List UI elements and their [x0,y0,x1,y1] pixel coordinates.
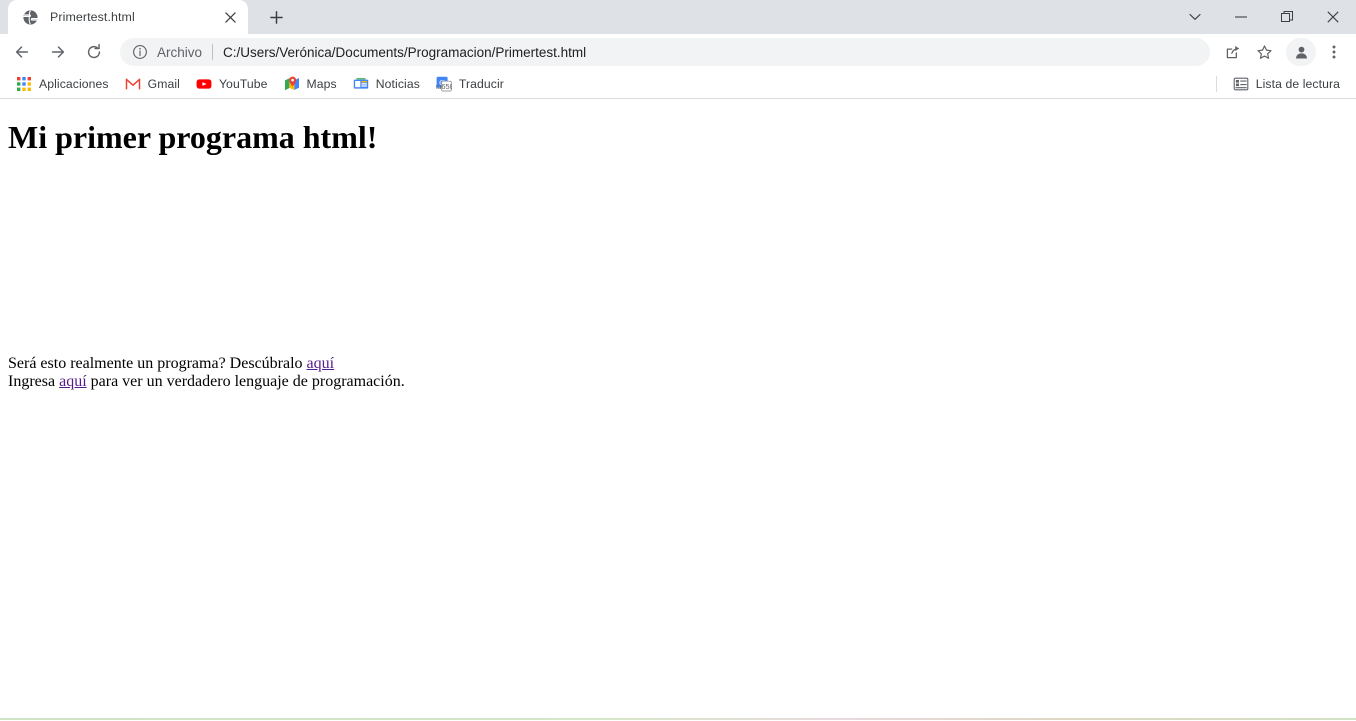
arrow-left-icon [15,46,29,58]
gmail-icon [125,78,140,90]
bookmark-label: Gmail [147,77,180,91]
bookmark-item-gmail[interactable]: Gmail [117,72,188,96]
profile-avatar-icon [1295,46,1307,58]
bookmark-label: YouTube [218,77,268,91]
paragraph-2-text-after: para ver un verdadero lenguaje de progra… [86,373,405,391]
bookmark-star-icon [1256,44,1272,59]
bookmark-label: Maps [306,77,337,91]
share-icon [1226,45,1239,58]
globe-icon [23,9,39,25]
three-dot-menu-icon [1332,45,1336,59]
close-icon [1327,11,1339,23]
bookmark-button[interactable] [1250,38,1278,66]
apps-grid-icon [17,77,31,91]
paragraph-1-text-before: Será esto realmente un programa? Descúbr… [8,355,307,373]
tab-search-button[interactable] [1172,1,1218,34]
reading-list-label: Lista de lectura [1255,77,1340,91]
maximize-restore-button[interactable] [1264,1,1310,34]
url-text: C:/Users/Verónica/Documents/Programacion… [223,44,587,60]
address-bar[interactable]: Archivo C:/Users/Verónica/Documents/Prog… [120,38,1210,66]
bookmark-item-noticias[interactable]: Noticias [345,72,428,96]
svg-text:\u6587: \u6587 [436,82,452,91]
youtube-icon [196,79,212,89]
browser-toolbar: Archivo C:/Users/Verónica/Documents/Prog… [0,34,1356,70]
new-tab-button[interactable] [262,3,290,31]
bookmarks-divider [1215,76,1217,92]
paragraph-block: Será esto realmente un programa? Descúbr… [8,355,1348,391]
reload-icon [87,43,101,59]
profile-button[interactable] [1286,38,1316,66]
bookmark-item-traducir[interactable]: G \u6587 Traducir [428,72,512,96]
share-button[interactable] [1218,38,1246,66]
translate-icon: G \u6587 [436,76,452,92]
close-tab-icon[interactable] [220,7,240,27]
news-icon [353,78,368,89]
arrow-right-icon [51,46,65,58]
restore-icon [1281,11,1293,22]
close-window-button[interactable] [1310,1,1356,34]
bottom-edge-strip [0,718,1356,720]
bookmark-item-maps[interactable]: Maps [276,72,345,96]
bookmark-item-youtube[interactable]: YouTube [188,72,276,96]
bookmark-label: Traducir [458,77,504,91]
url-scheme-label: Archivo [157,44,203,60]
omnibox-divider [212,44,214,60]
maps-icon [284,76,299,91]
page-content: Mi primer programa html! Será esto realm… [0,99,1356,720]
window-controls [1172,0,1356,34]
forward-button[interactable] [43,37,73,67]
bookmarks-bar: Aplicaciones Gmail YouTube Maps Noticias… [0,70,1356,99]
bookmark-label: Aplicaciones [39,77,109,91]
page-title: Mi primer programa html! [8,119,378,155]
info-circle-icon[interactable] [132,44,148,60]
broken-image-placeholder [8,191,168,311]
back-button[interactable] [7,37,37,67]
browser-tab[interactable]: Primertest.html [8,0,248,34]
reload-button[interactable] [79,37,109,67]
paragraph-2: Ingresa aquí para ver un verdadero lengu… [8,373,1348,391]
plus-icon [269,10,283,24]
browser-menu-button[interactable] [1320,38,1348,66]
chevron-down-icon [1189,13,1201,21]
tab-title: Primertest.html [50,10,135,24]
bookmark-label: Noticias [375,77,420,91]
link-aqui-2[interactable]: aquí [59,373,87,390]
minimize-button[interactable] [1218,1,1264,34]
paragraph-1: Será esto realmente un programa? Descúbr… [8,355,1348,373]
close-icon [224,11,236,23]
reading-list-icon [1233,77,1249,91]
link-aqui-1[interactable]: aquí [307,355,335,372]
reading-list-button[interactable]: Lista de lectura [1225,72,1348,96]
bookmark-item-aplicaciones[interactable]: Aplicaciones [8,72,117,96]
minimize-icon [1235,16,1247,18]
paragraph-2-text-before: Ingresa [8,373,60,391]
tab-strip: Primertest.html [0,0,1356,34]
